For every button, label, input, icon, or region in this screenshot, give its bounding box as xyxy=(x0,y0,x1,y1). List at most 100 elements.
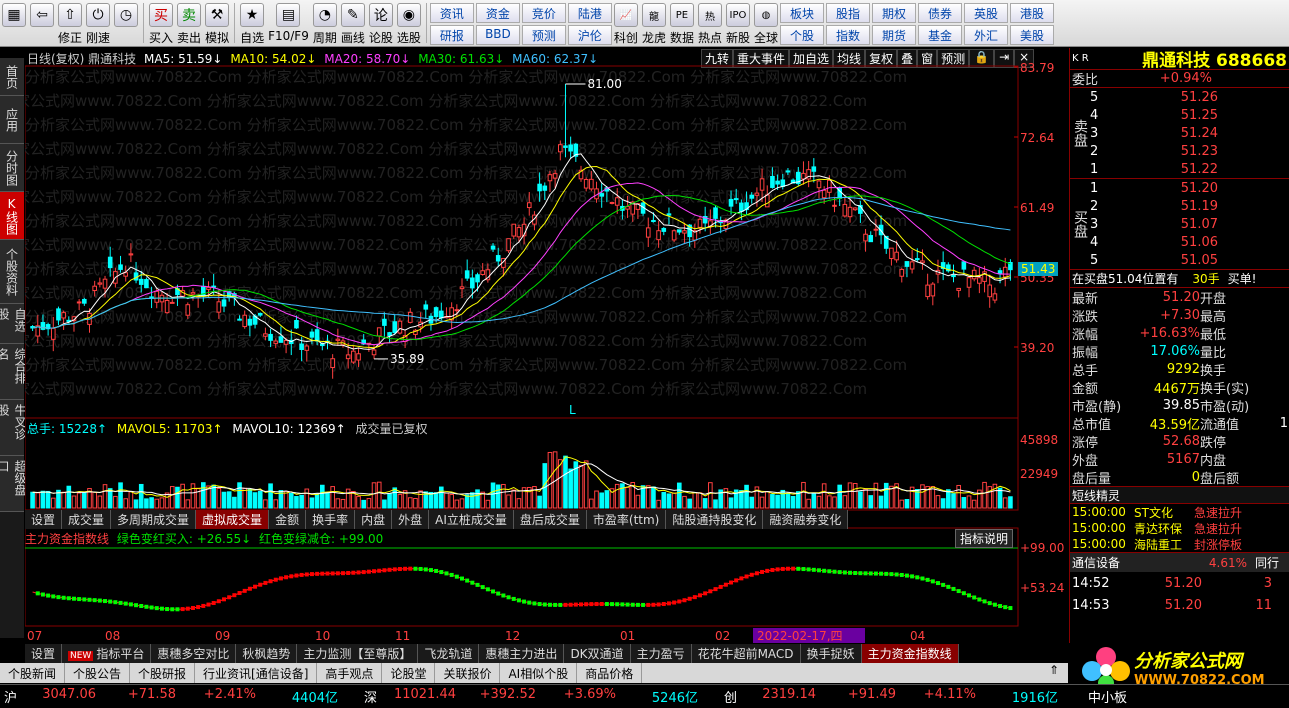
toolbar-button-windows[interactable]: ▦ xyxy=(0,0,28,46)
toolbar-link[interactable]: 期货 xyxy=(872,25,917,45)
indicator-tab[interactable]: 主力资金指数线 xyxy=(861,644,959,663)
toolbar-button-up[interactable]: ⇧ 修正 xyxy=(56,0,84,46)
toolbar-button-chart[interactable]: 📈 科创 xyxy=(612,0,640,46)
subtab[interactable]: 金额 xyxy=(269,510,307,529)
toolbar-link[interactable]: 研报 xyxy=(429,25,474,45)
subtab[interactable]: 陆股通持股变化 xyxy=(666,510,764,529)
spirit-row[interactable]: 15:00:00 海陆重工 封涨停板 xyxy=(1070,536,1289,552)
toolbar-link[interactable]: 期权 xyxy=(872,3,917,23)
indicator-tab[interactable]: 换手捉妖 xyxy=(800,644,862,663)
indicator-help-button[interactable]: 指标说明 xyxy=(955,529,1014,548)
subtab[interactable]: 设置 xyxy=(25,510,63,529)
subtab[interactable]: 融资融券变化 xyxy=(763,510,849,529)
subtab[interactable]: 多周期成交量 xyxy=(111,510,197,529)
subtab[interactable]: AI立桩成交量 xyxy=(429,510,514,529)
toolbar-link[interactable]: 资金 xyxy=(475,3,520,23)
toolbar-link[interactable]: 股指 xyxy=(826,3,871,23)
left-tab-1[interactable]: 应用 xyxy=(0,96,24,144)
indicator-tab[interactable]: 惠穗多空对比 xyxy=(151,644,237,663)
subtab[interactable]: 内盘 xyxy=(355,510,393,529)
news-tab[interactable]: 关联报价 xyxy=(435,663,501,683)
toolbar-link[interactable]: 资讯 xyxy=(429,3,474,23)
toolbar-button-period[interactable]: ◔ 周期 xyxy=(311,0,339,46)
index-quote[interactable]: 沪 3047.06 +71.58 +2.41% 4404亿 xyxy=(0,687,360,706)
indicator-tab[interactable]: 主力盈亏 xyxy=(630,644,692,663)
news-tab[interactable]: 高手观点 xyxy=(317,663,383,683)
spirit-title[interactable]: 短线精灵 xyxy=(1070,486,1289,504)
spirit-row[interactable]: 15:00:00 青达环保 急速拉升 xyxy=(1070,520,1289,536)
kline-svg[interactable]: 分析家公式网www.70822.Com 分析家公式网www.70822.Com … xyxy=(25,48,1069,643)
toolbar-button-lun[interactable]: 论论股 xyxy=(367,0,395,46)
toolbar-button-pe[interactable]: PE 数据 xyxy=(668,0,696,46)
toolbar-link[interactable]: 基金 xyxy=(918,25,963,45)
left-tab-7[interactable]: 牛叉诊股 xyxy=(0,400,27,456)
subtab[interactable]: 外盘 xyxy=(392,510,430,529)
toolbar-link[interactable]: 港股 xyxy=(1010,3,1055,23)
toolbar-link[interactable]: 竞价 xyxy=(521,3,566,23)
left-tab-6[interactable]: 综合排名 xyxy=(0,344,27,400)
indicator-tab[interactable]: NEW 指标平台 xyxy=(62,644,152,663)
indicator-tab[interactable]: 惠穗主力进出 xyxy=(479,644,565,663)
toolbar-button-sell[interactable]: 卖卖出 xyxy=(175,0,203,46)
toolbar-link[interactable]: BBD xyxy=(475,25,520,45)
left-tab-8[interactable]: 超级盘口 xyxy=(0,456,27,512)
subtab[interactable]: 市盈率(ttm) xyxy=(586,510,667,529)
left-tab-4[interactable]: 个股资料 xyxy=(0,240,24,304)
index-quote[interactable]: 创 2319.14 +91.49 +4.11% 1916亿 xyxy=(720,687,1080,706)
toolbar-button-pen[interactable]: ✎ 画线 xyxy=(339,0,367,46)
toolbar-button-ipo[interactable]: IPO 新股 xyxy=(724,0,752,46)
toolbar-button-power[interactable]: ⏻ 刚速 xyxy=(84,0,112,46)
left-tab-0[interactable]: 首页 xyxy=(0,58,24,96)
status-tail[interactable]: 中小板 xyxy=(1080,687,1127,706)
toolbar-link[interactable]: 外汇 xyxy=(964,25,1009,45)
toolbar-button-clock[interactable]: ◷ xyxy=(112,0,140,46)
subtab[interactable]: 盘后成交量 xyxy=(513,510,587,529)
toolbar-button-globe[interactable]: ◍ 全球 xyxy=(752,0,780,46)
toolbar-link[interactable]: 沪伦 xyxy=(567,25,612,45)
toolbar-button-buy[interactable]: 买买入 xyxy=(147,0,175,46)
news-tab[interactable]: 个股新闻 xyxy=(0,663,66,683)
toolbar-button-f10[interactable]: ▤ F10/F9 xyxy=(266,0,311,46)
toolbar-button-hot[interactable]: 热热点 xyxy=(696,0,724,46)
toolbar-link[interactable]: 陆港 xyxy=(567,3,612,23)
index-quote[interactable]: 深 11021.44 +392.52 +3.69% 5246亿 xyxy=(360,687,720,706)
subtab[interactable]: 成交量 xyxy=(62,510,112,529)
news-up-icon[interactable]: ⇑ xyxy=(1040,663,1068,683)
left-tab-5[interactable]: 自选股 xyxy=(0,304,27,344)
indicator-tab[interactable]: 花花牛超前MACD xyxy=(691,644,801,663)
kline-chart-area[interactable]: 日线(复权) 鼎通科技 MA5: 51.59↓ MA10: 54.02↓ MA2… xyxy=(25,48,1069,663)
toolbar-link[interactable]: 板块 xyxy=(780,3,825,23)
volume-bar xyxy=(304,488,310,509)
news-tab[interactable]: 个股研报 xyxy=(130,663,196,683)
index-value: 2319.14 xyxy=(762,687,816,702)
toolbar-link[interactable]: 债券 xyxy=(918,3,963,23)
spirit-row[interactable]: 15:00:00 ST文化 急速拉升 xyxy=(1070,504,1289,520)
indicator-tab[interactable]: 主力监测【至尊版】 xyxy=(297,644,419,663)
industry-tag[interactable]: 同行 xyxy=(1255,554,1279,571)
news-tab[interactable]: 个股公告 xyxy=(65,663,131,683)
toolbar-link[interactable]: 英股 xyxy=(964,3,1009,23)
toolbar-button-select[interactable]: ◉ 选股 xyxy=(395,0,423,46)
left-tab-2[interactable]: 分时图 xyxy=(0,144,24,192)
toolbar-link[interactable]: 美股 xyxy=(1010,25,1055,45)
indicator-tab[interactable]: 秋枫趋势 xyxy=(236,644,298,663)
toolbar-link[interactable]: 指数 xyxy=(826,25,871,45)
toolbar-button-hammer[interactable]: ⚒ 模拟 xyxy=(203,0,231,46)
news-tab[interactable]: AI相似个股 xyxy=(500,663,578,683)
indicator-dot xyxy=(439,570,444,575)
toolbar-link[interactable]: 个股 xyxy=(780,25,825,45)
news-tab[interactable]: 论股堂 xyxy=(382,663,436,683)
toolbar-button-star[interactable]: ★ 自选 xyxy=(238,0,266,46)
toolbar-button-back[interactable]: ⇦ xyxy=(28,0,56,46)
news-tab[interactable]: 商品价格 xyxy=(577,663,643,683)
toolbar-link[interactable]: 预测 xyxy=(521,25,566,45)
indicator-tab[interactable]: DK双通道 xyxy=(564,644,631,663)
indicator-tab[interactable]: 设置 xyxy=(25,644,63,663)
subtab[interactable]: 虚拟成交量 xyxy=(196,510,270,529)
toolbar-grid-1: 资讯 研报 资金 BBD 竞价 预测 陆港 沪伦 xyxy=(429,3,612,45)
indicator-tab[interactable]: 飞龙轨道 xyxy=(418,644,480,663)
subtab[interactable]: 换手率 xyxy=(306,510,356,529)
left-tab-3[interactable]: K线图 xyxy=(0,192,24,240)
news-tab[interactable]: 行业资讯[通信设备] xyxy=(195,663,318,683)
toolbar-button-dragon[interactable]: 龍龙虎 xyxy=(640,0,668,46)
